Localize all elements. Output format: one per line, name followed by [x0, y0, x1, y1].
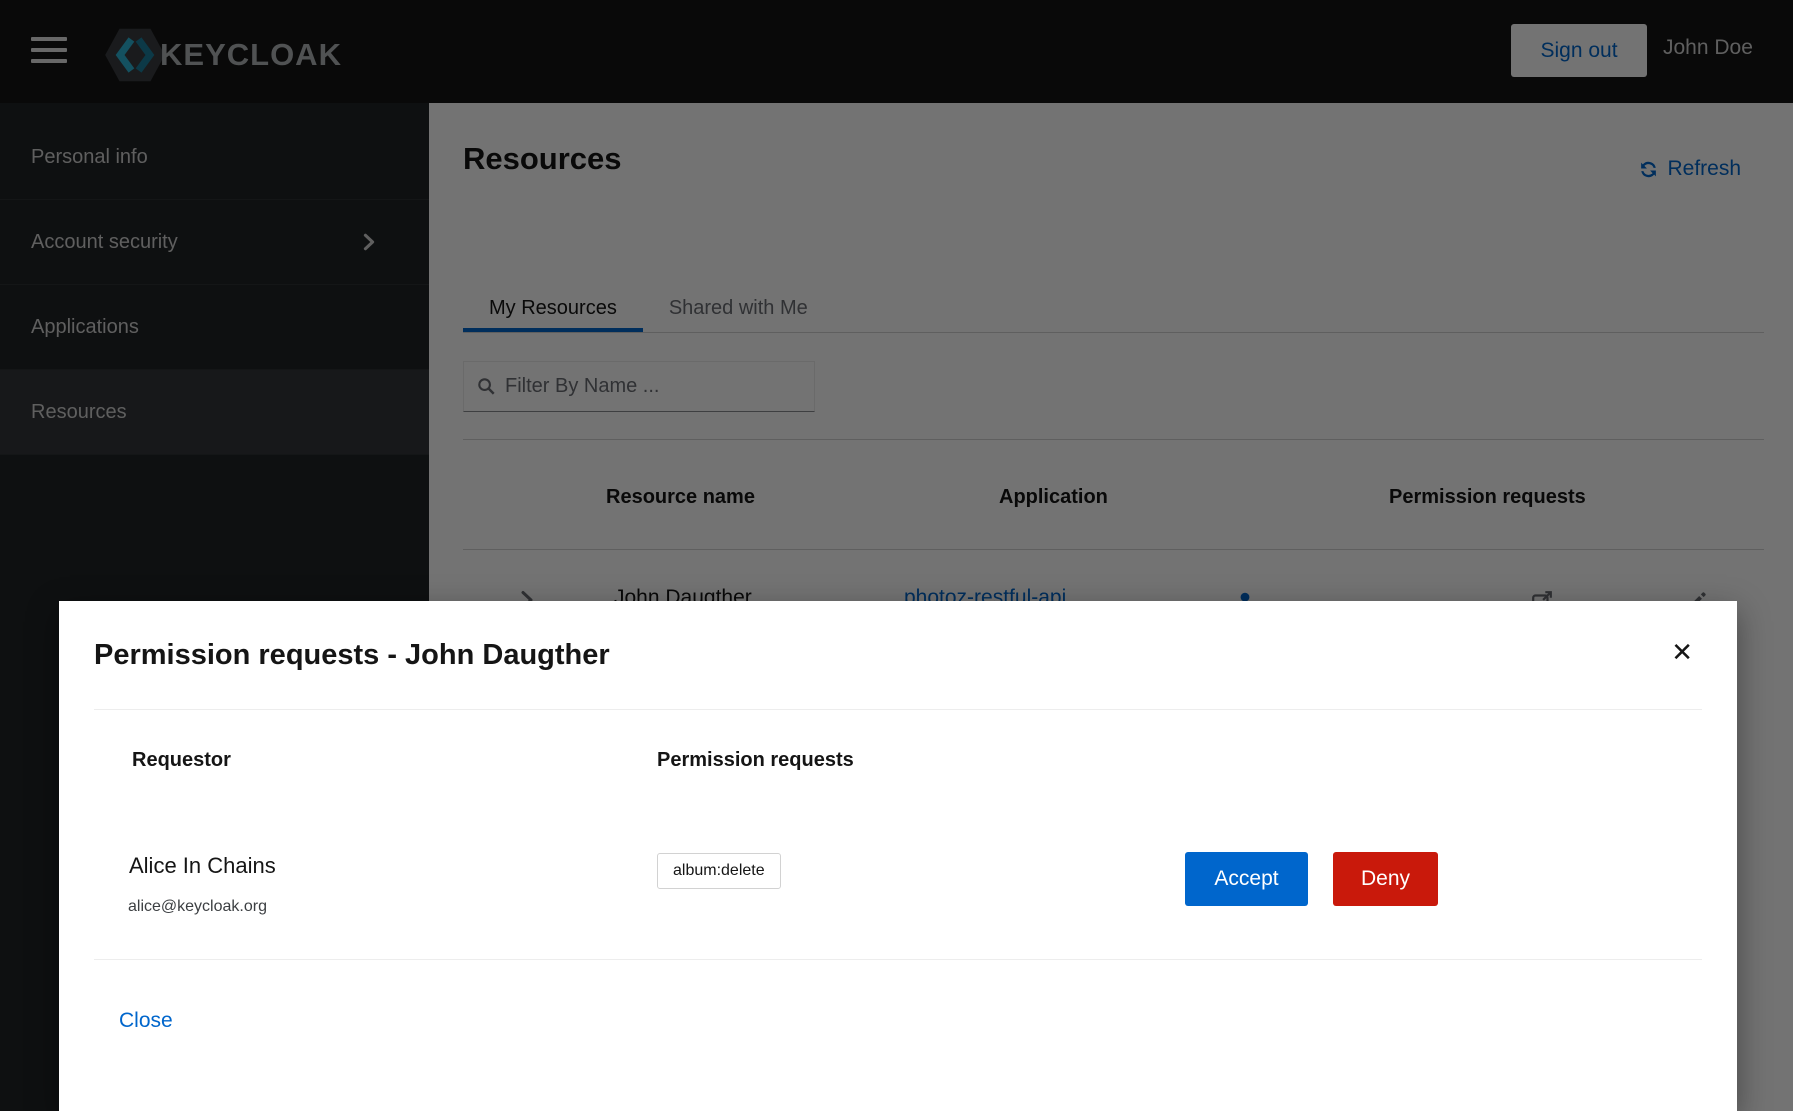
keycloak-account-page: KEYCLOAK Sign out John Doe Personal info… — [0, 0, 1793, 1111]
permission-requests-modal: Permission requests - John Daugther ✕ Re… — [59, 601, 1737, 1111]
accept-button[interactable]: Accept — [1185, 852, 1308, 906]
permission-chip: album:delete — [657, 853, 781, 889]
divider — [94, 709, 1702, 710]
modal-close-link[interactable]: Close — [119, 1009, 173, 1033]
modal-close-icon[interactable]: ✕ — [1671, 639, 1693, 665]
modal-column-requestor: Requestor — [132, 749, 231, 772]
divider — [94, 959, 1702, 960]
deny-button[interactable]: Deny — [1333, 852, 1438, 906]
requestor-name: Alice In Chains — [129, 853, 276, 879]
requestor-email: alice@keycloak.org — [128, 898, 267, 916]
modal-column-permission-requests: Permission requests — [657, 749, 854, 772]
modal-title: Permission requests - John Daugther — [94, 639, 610, 672]
